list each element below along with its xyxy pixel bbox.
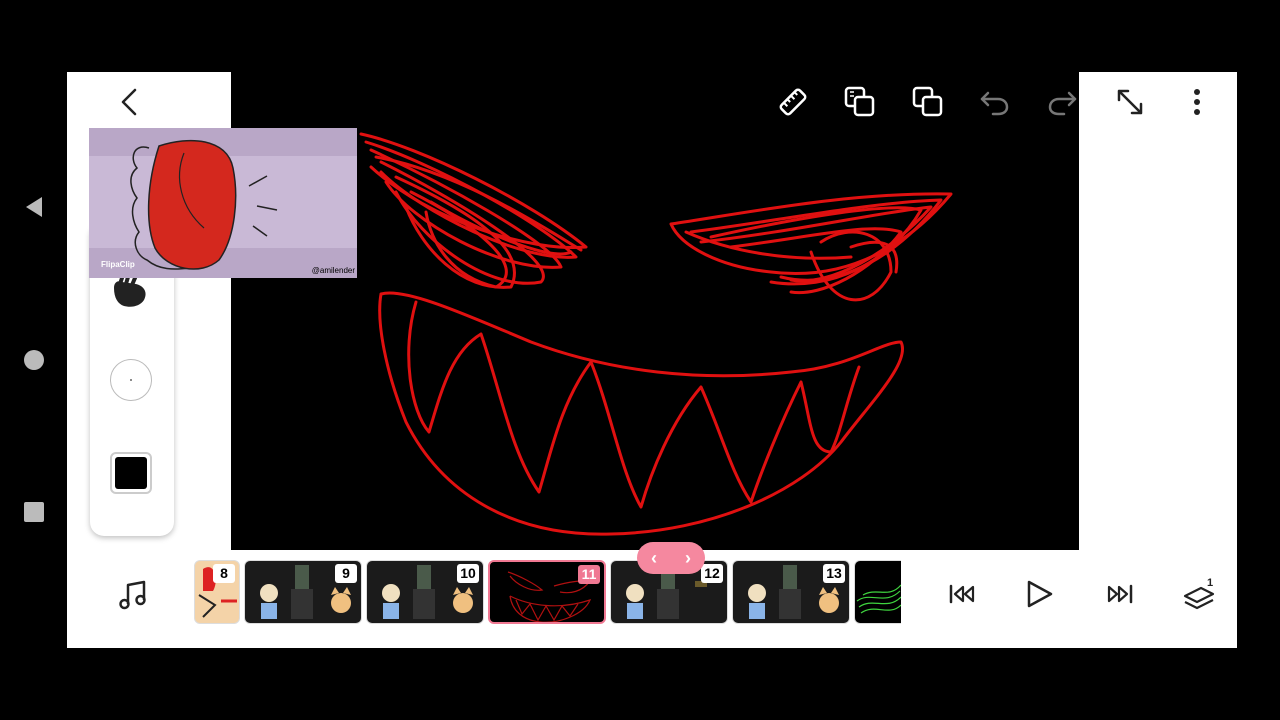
play-icon[interactable]	[1019, 574, 1059, 614]
frame-thumbnail-9[interactable]: 9	[244, 560, 362, 624]
color-swatch-fill	[115, 457, 147, 489]
expand-icon[interactable]	[1110, 82, 1150, 122]
frame-number: 13	[823, 564, 845, 583]
more-vert-icon[interactable]	[1177, 82, 1217, 122]
scroll-left-icon: ‹	[651, 547, 657, 568]
grin-with-teeth	[378, 291, 904, 536]
drawing-canvas[interactable]	[231, 72, 1079, 550]
brush-size-dot	[130, 379, 132, 381]
music-note-icon[interactable]	[117, 578, 149, 612]
frame-number: 12	[701, 564, 723, 583]
skip-to-start-icon[interactable]	[943, 574, 983, 614]
eraser-hand-icon[interactable]	[108, 274, 152, 314]
right-eye-scribble	[669, 192, 953, 302]
reference-image-overlay[interactable]: FlipaClip @amilender	[89, 128, 357, 278]
circle-home-icon[interactable]	[22, 348, 46, 372]
frame-number: 9	[335, 564, 357, 583]
frame-number: 8	[213, 564, 235, 583]
reference-drawing	[89, 128, 357, 278]
watermark-right: @amilender	[311, 266, 355, 275]
frame-number: 10	[457, 564, 479, 583]
scroll-right-icon: ›	[685, 547, 691, 568]
frame-timeline: 8 9 10 11 12 13 ‹ › 1	[67, 542, 1237, 648]
left-eye-scribble	[359, 132, 588, 289]
ruler-icon[interactable]	[773, 82, 813, 122]
layers-icon[interactable]	[908, 82, 948, 122]
brush-size-button[interactable]	[110, 359, 152, 401]
frame-thumbnail-partial[interactable]	[854, 560, 901, 624]
back-chevron-icon[interactable]	[111, 84, 147, 120]
timeline-scroll-handle[interactable]: ‹ ›	[637, 542, 705, 574]
watermark-left: FlipaClip	[101, 260, 135, 269]
undo-icon[interactable]	[975, 82, 1015, 122]
frame-thumbnail-10[interactable]: 10	[366, 560, 484, 624]
onion-skin-icon[interactable]: 1	[1179, 574, 1219, 614]
redo-icon[interactable]	[1042, 82, 1079, 122]
frame-partial-preview	[856, 584, 901, 614]
onion-count: 1	[1207, 577, 1213, 589]
frame-thumbnail-13[interactable]: 13	[732, 560, 850, 624]
layer-copy-icon[interactable]	[840, 82, 880, 122]
skip-to-end-icon[interactable]	[1099, 574, 1139, 614]
frame-number: 11	[578, 565, 600, 584]
android-nav-bar	[0, 0, 67, 720]
triangle-back-icon[interactable]	[22, 195, 46, 219]
frame-thumbnail-11[interactable]: 11	[488, 560, 606, 624]
flipaclip-app: FlipaClip @amilender 8 9 10 11 12 13 ‹ ›…	[67, 72, 1237, 648]
drawing-strokes	[359, 132, 953, 536]
color-picker-button[interactable]	[110, 452, 152, 494]
frame-strip[interactable]: 8 9 10 11 12 13	[194, 560, 901, 626]
square-recents-icon[interactable]	[22, 500, 46, 524]
frame-thumbnail-8[interactable]: 8	[194, 560, 240, 624]
